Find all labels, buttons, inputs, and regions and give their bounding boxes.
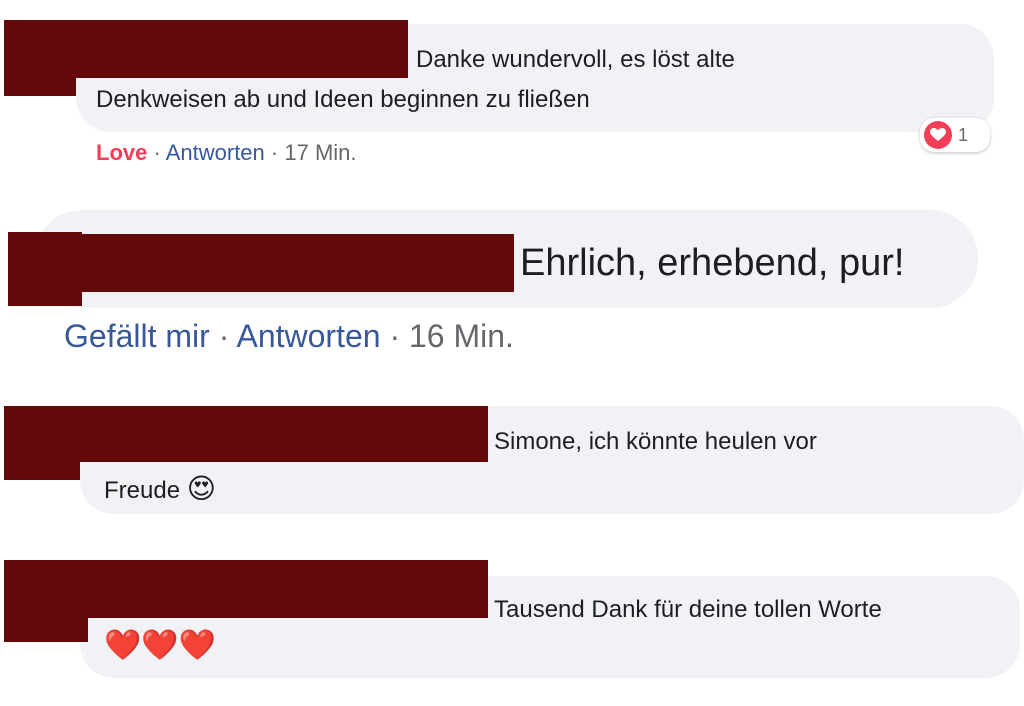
reaction-count: 1	[958, 124, 969, 145]
heart-eyes-icon: 😍	[186, 472, 216, 505]
comment-actions: Love · Antworten · 17 Min.	[96, 140, 357, 166]
heart-icon	[924, 121, 952, 149]
comment-text-line-2: Freude 😍	[104, 472, 216, 505]
timestamp[interactable]: 16 Min.	[409, 318, 514, 354]
comment-text: Freude	[104, 477, 181, 504]
separator: ·	[389, 318, 401, 354]
redacted-author-name	[4, 460, 80, 480]
comment-text: Denkweisen ab und Ideen beginnen zu flie…	[96, 86, 590, 113]
redacted-author-name	[4, 406, 488, 462]
redacted-author-name	[4, 616, 88, 642]
reaction-summary[interactable]: 1	[920, 118, 990, 152]
redacted-author-name	[66, 234, 514, 292]
comment-text: Simone, ich könnte heulen vor	[494, 428, 817, 455]
separator: ·	[218, 318, 230, 354]
redacted-author-name	[4, 20, 408, 78]
reply-link[interactable]: Antworten	[236, 318, 380, 354]
redacted-author-name	[4, 76, 76, 96]
redacted-author-name	[4, 560, 488, 618]
love-reaction-link[interactable]: Love	[96, 140, 147, 165]
comment-text: Danke wundervoll, es löst alte	[416, 46, 735, 73]
separator: ·	[270, 140, 279, 165]
like-link[interactable]: Gefällt mir	[64, 318, 210, 354]
comment-text: Tausend Dank für deine tollen Worte	[494, 596, 882, 623]
comment-actions: Gefällt mir · Antworten · 16 Min.	[64, 318, 514, 355]
timestamp[interactable]: 17 Min.	[284, 140, 356, 165]
comment-text: Ehrlich, erhebend, pur!	[520, 242, 905, 284]
redacted-avatar	[8, 232, 82, 306]
separator: ·	[153, 140, 161, 165]
red-hearts-icon: ❤️❤️❤️	[104, 628, 217, 663]
reply-link[interactable]: Antworten	[166, 140, 265, 165]
